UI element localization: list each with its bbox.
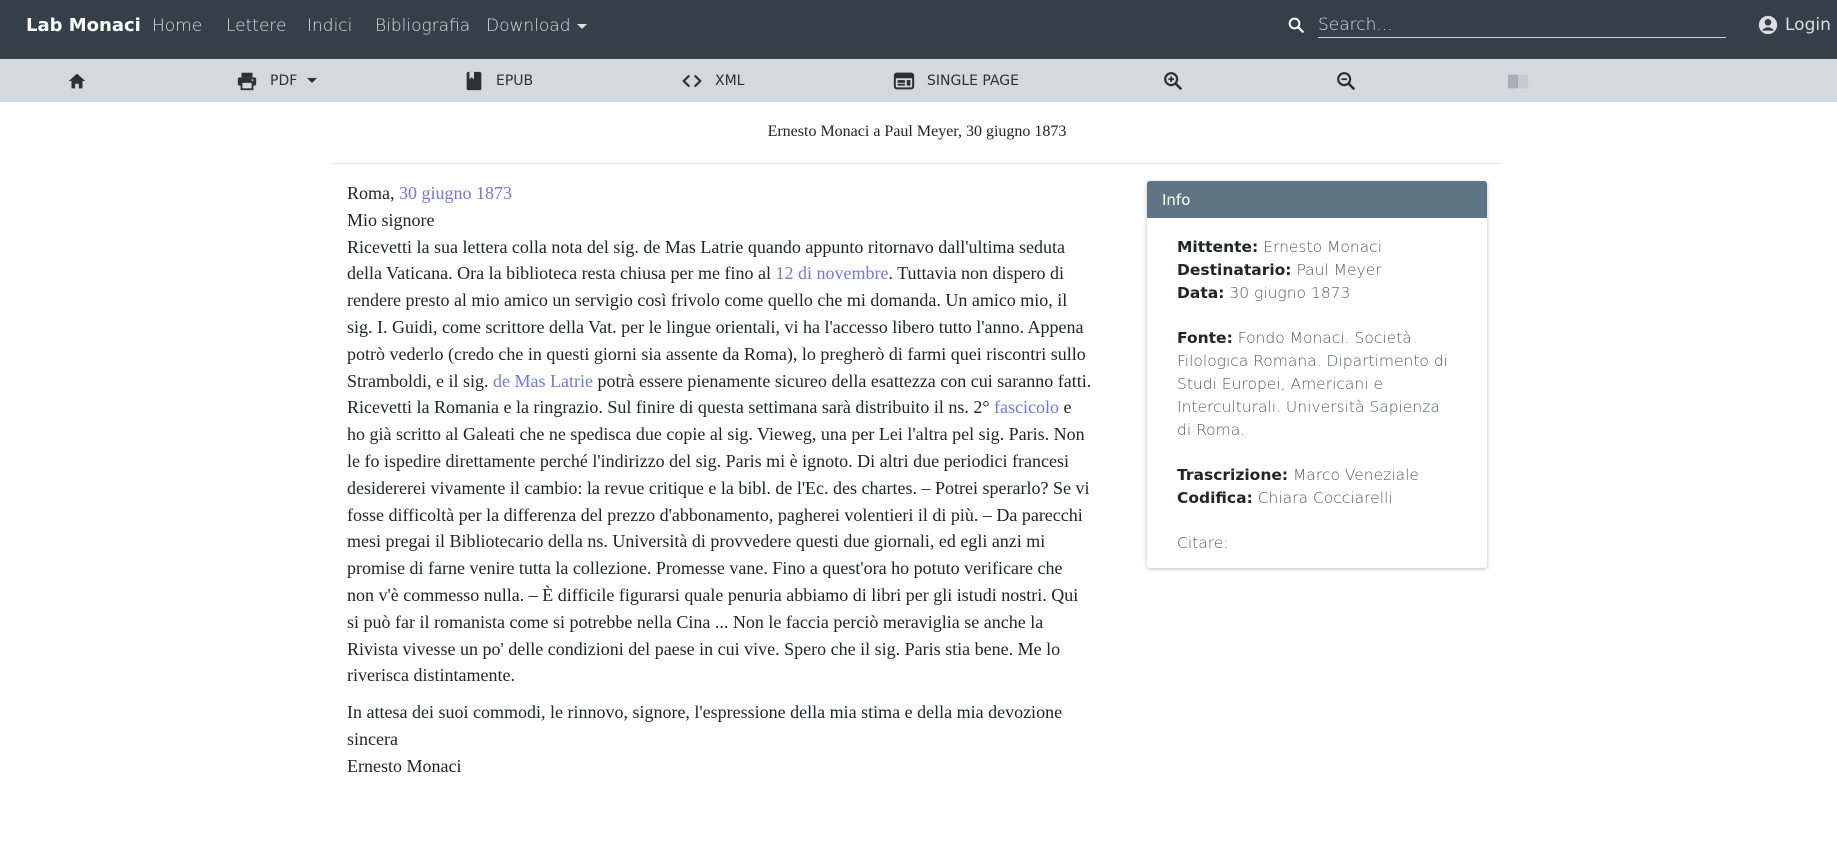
search-box	[1287, 12, 1726, 38]
epub-button[interactable]: EPUB	[464, 59, 533, 102]
top-navbar: Lab Monaci Home Lettere Indici Bibliogra…	[0, 0, 1837, 59]
info-body: Mittente: Ernesto Monaci Destinatario: P…	[1147, 218, 1487, 573]
trascrizione-row: Trascrizione: Marco Veneziale	[1177, 464, 1457, 487]
xml-label: XML	[715, 72, 745, 89]
code-icon	[682, 74, 702, 87]
account-icon	[1758, 15, 1778, 35]
destinatario-value: Paul Meyer	[1296, 261, 1382, 279]
epub-label: EPUB	[496, 72, 534, 89]
search-input[interactable]	[1318, 12, 1726, 38]
book-open-icon	[1507, 74, 1529, 88]
salutation: Mio signore	[347, 209, 435, 230]
mittente-label: Mittente:	[1177, 238, 1259, 256]
letter-text: Roma, 30 giugno 1873 Mio signore Ricevet…	[347, 180, 1092, 780]
home-button[interactable]	[66, 59, 100, 102]
citare-row: Citare:	[1177, 534, 1229, 552]
date-reference-link[interactable]: 12 di novembre	[775, 263, 888, 283]
document-toolbar: PDF EPUB XML SINGLE PAGE	[0, 59, 1837, 102]
pdf-dropdown[interactable]: PDF	[236, 59, 318, 102]
fascicolo-link[interactable]: fascicolo	[994, 397, 1059, 417]
nav-home[interactable]: Home	[152, 16, 202, 36]
letter-body: Ricevetti la sua lettera colla nota del …	[347, 234, 1092, 690]
mittente-value: Ernesto Monaci	[1263, 238, 1382, 256]
zoom-out-button[interactable]	[1335, 59, 1369, 102]
home-icon	[68, 73, 86, 88]
nav-download-dropdown[interactable]: Download	[486, 16, 587, 36]
zoom-out-icon	[1337, 71, 1356, 90]
printer-icon	[237, 72, 257, 90]
book-icon	[466, 71, 482, 90]
fonte-row: Fonte: Fondo Monaci. Società Filologica …	[1177, 327, 1457, 442]
book-view-button[interactable]	[1506, 59, 1542, 102]
single-page-label: SINGLE PAGE	[927, 72, 1020, 89]
xml-button[interactable]: XML	[681, 59, 744, 102]
letter-title: Ernesto Monaci a Paul Meyer, 30 giugno 1…	[767, 123, 1067, 140]
destinatario-row: Destinatario: Paul Meyer	[1177, 259, 1457, 282]
person-link-mas-latrie[interactable]: de Mas Latrie	[493, 371, 593, 391]
nav-lettere[interactable]: Lettere	[226, 16, 287, 36]
body-segment-4: e ho già scritto al Galeati che ne spedi…	[347, 397, 1090, 686]
mittente-row: Mittente: Ernesto Monaci	[1177, 236, 1457, 259]
search-icon[interactable]	[1287, 16, 1305, 34]
info-header: Info	[1147, 181, 1487, 218]
letter-dateline: Roma, 30 giugno 1873	[347, 180, 1092, 207]
nav-indici[interactable]: Indici	[307, 16, 352, 36]
login-link[interactable]: Login	[1757, 14, 1831, 36]
trascrizione-label: Trascrizione:	[1177, 466, 1289, 484]
pdf-label: PDF	[270, 72, 298, 89]
codifica-row: Codifica: Chiara Cocciarelli	[1177, 487, 1457, 510]
place: Roma,	[347, 183, 399, 203]
info-panel: Info Mittente: Ernesto Monaci Destinatar…	[1147, 181, 1487, 568]
date-link[interactable]: 30 giugno 1873	[399, 183, 512, 203]
signature: Ernesto Monaci	[347, 755, 462, 776]
codifica-value: Chiara Cocciarelli	[1257, 489, 1393, 507]
closing: In attesa dei suoi commodi, le rinnovo, …	[347, 702, 1063, 749]
zoom-in-icon	[1164, 71, 1183, 90]
destinatario-label: Destinatario:	[1177, 261, 1292, 279]
trascrizione-value: Marco Veneziale	[1293, 466, 1419, 484]
data-row: Data: 30 giugno 1873	[1177, 282, 1457, 305]
caret-down-icon	[307, 78, 318, 83]
title-divider	[332, 163, 1502, 164]
data-value: 30 giugno 1873	[1229, 284, 1351, 302]
fonte-label: Fonte:	[1177, 329, 1233, 347]
brand-link[interactable]: Lab Monaci	[26, 15, 141, 36]
nav-bibliografia[interactable]: Bibliografia	[375, 16, 470, 36]
codifica-label: Codifica:	[1177, 489, 1253, 507]
zoom-in-button[interactable]	[1162, 59, 1196, 102]
web-window-icon	[893, 72, 915, 89]
download-label: Download	[486, 16, 571, 36]
caret-down-icon	[576, 23, 587, 29]
login-label: Login	[1785, 15, 1831, 35]
data-label: Data:	[1177, 284, 1225, 302]
single-page-button[interactable]: SINGLE PAGE	[893, 59, 1019, 102]
